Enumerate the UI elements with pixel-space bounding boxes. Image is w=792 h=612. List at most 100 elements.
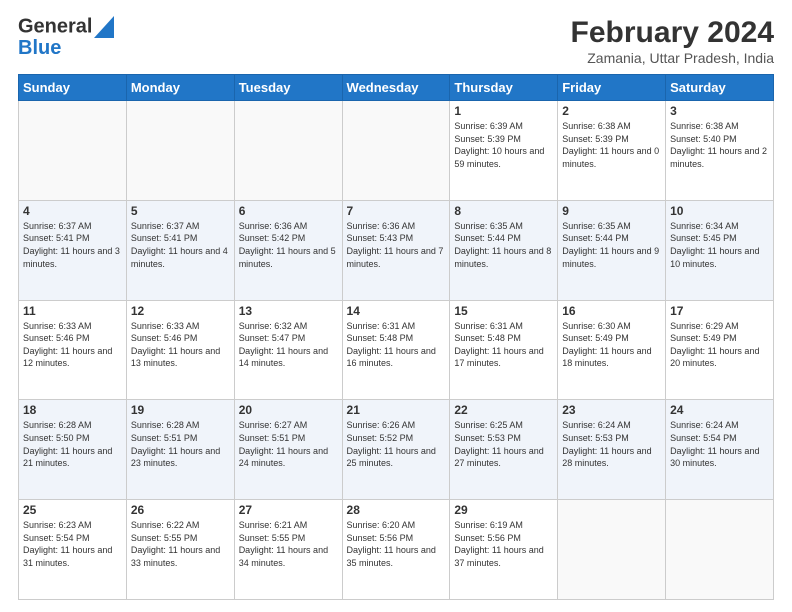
calendar-cell: 8 Sunrise: 6:35 AM Sunset: 5:44 PM Daylig… — [450, 200, 558, 300]
calendar-cell: 17Sunrise: 6:29 AM Sunset: 5:49 PM Dayli… — [666, 300, 774, 400]
day-info: Sunrise: 6:24 AM Sunset: 5:54 PM Dayligh… — [670, 419, 769, 469]
day-info: Sunrise: 6:33 AM Sunset: 5:46 PM Dayligh… — [23, 320, 122, 370]
calendar-week-row: 18 Sunrise: 6:28 AM Sunset: 5:50 PM Dayli… — [19, 400, 774, 500]
page: General Blue February 2024 Zamania, Utta… — [0, 0, 792, 612]
calendar-cell — [666, 500, 774, 600]
day-of-week-header: Wednesday — [342, 75, 450, 101]
calendar-cell — [126, 101, 234, 201]
day-info: Sunrise: 6:27 AM Sunset: 5:51 PM Dayligh… — [239, 419, 338, 469]
day-number: 6 — [239, 204, 338, 218]
location: Zamania, Uttar Pradesh, India — [571, 50, 774, 66]
day-number: 20 — [239, 403, 338, 417]
day-number: 28 — [347, 503, 446, 517]
calendar-week-row: 25 Sunrise: 6:23 AM Sunset: 5:54 PM Dayli… — [19, 500, 774, 600]
day-number: 16 — [562, 304, 661, 318]
day-number: 27 — [239, 503, 338, 517]
calendar-week-row: 11 Sunrise: 6:33 AM Sunset: 5:46 PM Dayli… — [19, 300, 774, 400]
calendar-cell — [558, 500, 666, 600]
day-info: Sunrise: 6:24 AM Sunset: 5:53 PM Dayligh… — [562, 419, 661, 469]
day-info: Sunrise: 6:28 AM Sunset: 5:50 PM Dayligh… — [23, 419, 122, 469]
day-number: 14 — [347, 304, 446, 318]
day-info: Sunrise: 6:32 AM Sunset: 5:47 PM Dayligh… — [239, 320, 338, 370]
day-number: 1 — [454, 104, 553, 118]
day-number: 3 — [670, 104, 769, 118]
day-info: Sunrise: 6:26 AM Sunset: 5:52 PM Dayligh… — [347, 419, 446, 469]
day-number: 10 — [670, 204, 769, 218]
calendar-cell: 20 Sunrise: 6:27 AM Sunset: 5:51 PM Dayli… — [234, 400, 342, 500]
calendar-week-row: 4 Sunrise: 6:37 AM Sunset: 5:41 PM Daylig… — [19, 200, 774, 300]
calendar-cell — [234, 101, 342, 201]
calendar-cell: 27 Sunrise: 6:21 AM Sunset: 5:55 PM Dayli… — [234, 500, 342, 600]
day-number: 29 — [454, 503, 553, 517]
header: General Blue February 2024 Zamania, Utta… — [18, 16, 774, 66]
day-number: 13 — [239, 304, 338, 318]
calendar-cell: 21 Sunrise: 6:26 AM Sunset: 5:52 PM Dayli… — [342, 400, 450, 500]
logo-triangle-icon — [94, 16, 114, 38]
calendar-cell: 29 Sunrise: 6:19 AM Sunset: 5:56 PM Dayli… — [450, 500, 558, 600]
calendar-cell: 22 Sunrise: 6:25 AM Sunset: 5:53 PM Dayli… — [450, 400, 558, 500]
calendar-cell: 23 Sunrise: 6:24 AM Sunset: 5:53 PM Dayli… — [558, 400, 666, 500]
day-info: Sunrise: 6:21 AM Sunset: 5:55 PM Dayligh… — [239, 519, 338, 569]
day-number: 8 — [454, 204, 553, 218]
day-number: 26 — [131, 503, 230, 517]
calendar-cell: 24 Sunrise: 6:24 AM Sunset: 5:54 PM Dayli… — [666, 400, 774, 500]
calendar-cell: 14 Sunrise: 6:31 AM Sunset: 5:48 PM Dayli… — [342, 300, 450, 400]
calendar-cell: 1 Sunrise: 6:39 AM Sunset: 5:39 PM Daylig… — [450, 101, 558, 201]
day-info: Sunrise: 6:38 AM Sunset: 5:40 PM Dayligh… — [670, 120, 769, 170]
month-year: February 2024 — [571, 16, 774, 50]
day-number: 11 — [23, 304, 122, 318]
calendar-header-row: SundayMondayTuesdayWednesdayThursdayFrid… — [19, 75, 774, 101]
day-number: 18 — [23, 403, 122, 417]
day-info: Sunrise: 6:19 AM Sunset: 5:56 PM Dayligh… — [454, 519, 553, 569]
day-number: 22 — [454, 403, 553, 417]
calendar-cell — [19, 101, 127, 201]
calendar-cell: 6 Sunrise: 6:36 AM Sunset: 5:42 PM Daylig… — [234, 200, 342, 300]
calendar-cell: 25 Sunrise: 6:23 AM Sunset: 5:54 PM Dayli… — [19, 500, 127, 600]
day-of-week-header: Sunday — [19, 75, 127, 101]
title-block: February 2024 Zamania, Uttar Pradesh, In… — [571, 16, 774, 66]
day-info: Sunrise: 6:35 AM Sunset: 5:44 PM Dayligh… — [454, 220, 553, 270]
logo: General Blue — [18, 16, 114, 58]
day-info: Sunrise: 6:30 AM Sunset: 5:49 PM Dayligh… — [562, 320, 661, 370]
day-number: 24 — [670, 403, 769, 417]
calendar-cell: 18 Sunrise: 6:28 AM Sunset: 5:50 PM Dayli… — [19, 400, 127, 500]
day-number: 19 — [131, 403, 230, 417]
calendar-cell: 4 Sunrise: 6:37 AM Sunset: 5:41 PM Daylig… — [19, 200, 127, 300]
day-number: 15 — [454, 304, 553, 318]
calendar-week-row: 1 Sunrise: 6:39 AM Sunset: 5:39 PM Daylig… — [19, 101, 774, 201]
day-number: 7 — [347, 204, 446, 218]
day-info: Sunrise: 6:31 AM Sunset: 5:48 PM Dayligh… — [347, 320, 446, 370]
day-number: 5 — [131, 204, 230, 218]
day-info: Sunrise: 6:28 AM Sunset: 5:51 PM Dayligh… — [131, 419, 230, 469]
day-number: 12 — [131, 304, 230, 318]
day-of-week-header: Tuesday — [234, 75, 342, 101]
day-info: Sunrise: 6:35 AM Sunset: 5:44 PM Dayligh… — [562, 220, 661, 270]
day-info: Sunrise: 6:39 AM Sunset: 5:39 PM Dayligh… — [454, 120, 553, 170]
day-info: Sunrise: 6:38 AM Sunset: 5:39 PM Dayligh… — [562, 120, 661, 170]
day-info: Sunrise: 6:25 AM Sunset: 5:53 PM Dayligh… — [454, 419, 553, 469]
calendar-cell: 19 Sunrise: 6:28 AM Sunset: 5:51 PM Dayli… — [126, 400, 234, 500]
day-info: Sunrise: 6:37 AM Sunset: 5:41 PM Dayligh… — [131, 220, 230, 270]
calendar-cell: 26Sunrise: 6:22 AM Sunset: 5:55 PM Dayli… — [126, 500, 234, 600]
day-info: Sunrise: 6:37 AM Sunset: 5:41 PM Dayligh… — [23, 220, 122, 270]
calendar-cell: 9 Sunrise: 6:35 AM Sunset: 5:44 PM Daylig… — [558, 200, 666, 300]
calendar-cell: 28Sunrise: 6:20 AM Sunset: 5:56 PM Dayli… — [342, 500, 450, 600]
logo-general: General — [18, 15, 92, 37]
day-info: Sunrise: 6:36 AM Sunset: 5:42 PM Dayligh… — [239, 220, 338, 270]
day-of-week-header: Saturday — [666, 75, 774, 101]
day-of-week-header: Friday — [558, 75, 666, 101]
day-number: 25 — [23, 503, 122, 517]
logo-blue: Blue — [18, 38, 114, 58]
day-number: 4 — [23, 204, 122, 218]
calendar-cell: 12Sunrise: 6:33 AM Sunset: 5:46 PM Dayli… — [126, 300, 234, 400]
day-number: 23 — [562, 403, 661, 417]
day-info: Sunrise: 6:36 AM Sunset: 5:43 PM Dayligh… — [347, 220, 446, 270]
calendar-cell: 10Sunrise: 6:34 AM Sunset: 5:45 PM Dayli… — [666, 200, 774, 300]
calendar-cell: 13 Sunrise: 6:32 AM Sunset: 5:47 PM Dayli… — [234, 300, 342, 400]
day-info: Sunrise: 6:23 AM Sunset: 5:54 PM Dayligh… — [23, 519, 122, 569]
day-number: 21 — [347, 403, 446, 417]
day-number: 9 — [562, 204, 661, 218]
calendar-cell: 7 Sunrise: 6:36 AM Sunset: 5:43 PM Daylig… — [342, 200, 450, 300]
calendar-cell — [342, 101, 450, 201]
calendar-cell: 2Sunrise: 6:38 AM Sunset: 5:39 PM Daylig… — [558, 101, 666, 201]
